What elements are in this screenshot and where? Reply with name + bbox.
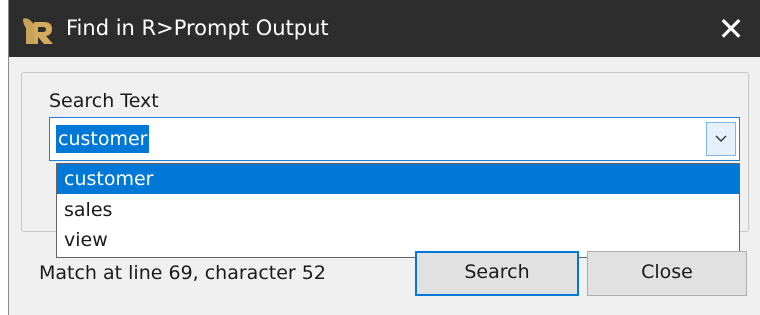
search-history-dropdown: customer sales view xyxy=(56,163,740,258)
dropdown-option-sales[interactable]: sales xyxy=(57,195,739,225)
title-bar[interactable]: Find in R>Prompt Output ✕ xyxy=(9,0,760,57)
r-logo-icon xyxy=(21,16,55,46)
search-text-combobox[interactable]: customer xyxy=(49,117,740,161)
find-dialog: Find in R>Prompt Output ✕ Search Text cu… xyxy=(8,0,760,315)
close-button[interactable]: Close xyxy=(587,251,747,296)
search-button[interactable]: Search xyxy=(415,251,579,296)
window-title: Find in R>Prompt Output xyxy=(66,16,329,40)
search-text-label: Search Text xyxy=(49,90,159,112)
chevron-down-icon xyxy=(715,135,727,142)
search-text-value[interactable]: customer xyxy=(56,125,150,153)
dropdown-option-customer[interactable]: customer xyxy=(57,164,739,194)
close-icon[interactable]: ✕ xyxy=(711,9,751,49)
match-status-text: Match at line 69, character 52 xyxy=(39,262,326,284)
dropdown-button[interactable] xyxy=(706,122,736,156)
